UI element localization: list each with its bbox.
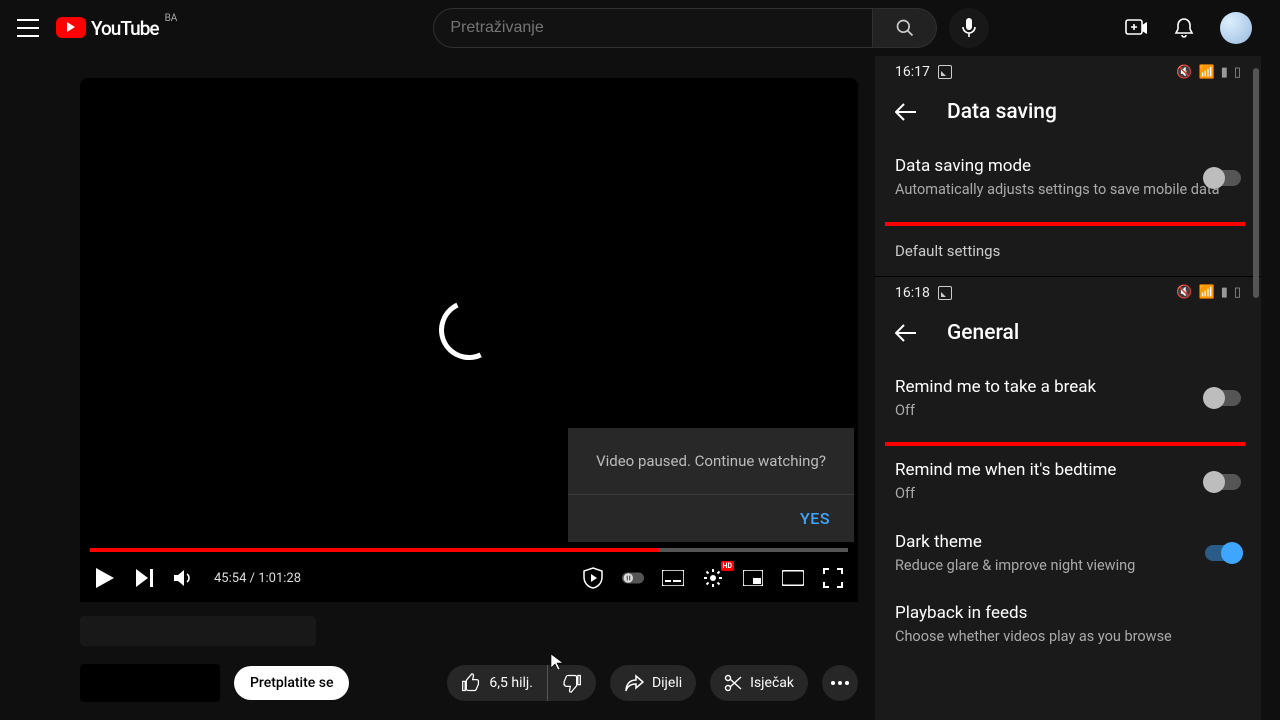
setting-sub: Off xyxy=(895,401,1241,421)
default-settings-label: Default settings xyxy=(875,226,1261,270)
setting-sub: Off xyxy=(895,484,1241,504)
setting-title: Playback in feeds xyxy=(895,603,1241,623)
progress-bar[interactable] xyxy=(90,548,848,552)
country-code: BA xyxy=(165,13,178,24)
share-icon xyxy=(624,674,644,692)
status-icons: 🔇 📶 ▮ ▯ xyxy=(1176,65,1241,80)
setting-sub: Reduce glare & improve night viewing xyxy=(895,556,1241,576)
channel-info-placeholder xyxy=(80,664,220,702)
status-bar-2: 16:18 🔇 📶 ▮ ▯ xyxy=(875,277,1261,309)
picture-icon xyxy=(938,286,952,300)
back-button[interactable] xyxy=(895,324,917,342)
general-header: General xyxy=(875,309,1261,363)
setting-title: Remind me when it's bedtime xyxy=(895,460,1241,480)
fullscreen-button[interactable] xyxy=(822,567,844,589)
clip-button[interactable]: Isječak xyxy=(710,665,808,701)
battery-icon: ▯ xyxy=(1234,285,1241,300)
playback-feeds-setting[interactable]: Playback in feeds Choose whether videos … xyxy=(875,589,1261,661)
remind-break-setting[interactable]: Remind me to take a break Off xyxy=(875,363,1261,435)
more-horizontal-icon xyxy=(831,681,849,685)
remind-break-toggle[interactable] xyxy=(1205,390,1241,406)
video-title-placeholder xyxy=(80,616,316,646)
search-button[interactable] xyxy=(873,8,937,48)
hamburger-menu-icon[interactable] xyxy=(16,16,40,40)
status-icons: 🔇 📶 ▮ ▯ xyxy=(1176,285,1241,300)
progress-fill xyxy=(90,548,659,552)
wifi-icon: 📶 xyxy=(1199,65,1215,80)
theater-mode-button[interactable] xyxy=(782,567,804,589)
subtitles-button[interactable] xyxy=(662,567,684,589)
create-button[interactable] xyxy=(1124,16,1148,40)
battery-icon: ▯ xyxy=(1234,65,1241,80)
youtube-logo-text: YouTube xyxy=(91,17,159,40)
like-dislike-group: 6,5 hilj. xyxy=(447,665,596,701)
pause-message: Video paused. Continue watching? xyxy=(568,428,854,494)
mute-icon: 🔇 xyxy=(1176,65,1192,80)
status-bar-1: 16:17 🔇 📶 ▮ ▯ xyxy=(875,56,1261,88)
picture-icon xyxy=(938,65,952,79)
loading-spinner-icon xyxy=(431,292,508,369)
mobile-screenshots-column: 16:17 🔇 📶 ▮ ▯ Data saving Data saving mo… xyxy=(875,56,1261,720)
share-label: Dijeli xyxy=(652,675,682,691)
setting-title: Data saving mode xyxy=(895,156,1241,176)
remind-bedtime-setting[interactable]: Remind me when it's bedtime Off xyxy=(875,446,1261,518)
search-box[interactable] xyxy=(433,8,873,48)
dark-theme-toggle[interactable] xyxy=(1205,545,1241,561)
signal-icon: ▮ xyxy=(1221,65,1228,80)
play-button[interactable] xyxy=(94,567,116,589)
header-actions xyxy=(1124,12,1264,44)
player-controls: 45:54 / 1:01:28 HD xyxy=(80,554,858,602)
pause-dialog: Video paused. Continue watching? YES xyxy=(568,428,854,542)
setting-sub: Choose whether videos play as you browse xyxy=(895,627,1241,647)
thumb-up-icon xyxy=(461,673,481,693)
data-saving-mode-setting[interactable]: Data saving mode Automatically adjusts s… xyxy=(875,142,1261,214)
more-actions-button[interactable] xyxy=(822,665,858,701)
general-title: General xyxy=(947,321,1019,345)
microphone-icon xyxy=(962,18,976,38)
search-input[interactable] xyxy=(450,19,856,37)
notifications-button[interactable] xyxy=(1172,16,1196,40)
mute-icon: 🔇 xyxy=(1176,285,1192,300)
youtube-logo[interactable]: YouTube BA xyxy=(56,17,177,40)
continue-yes-button[interactable]: YES xyxy=(800,509,830,528)
setting-title: Dark theme xyxy=(895,532,1241,552)
status-time: 16:17 xyxy=(895,64,930,80)
scissors-icon xyxy=(724,674,742,692)
signal-icon: ▮ xyxy=(1221,285,1228,300)
share-button[interactable]: Dijeli xyxy=(610,665,696,701)
youtube-header: YouTube BA xyxy=(0,0,1280,56)
wifi-icon: 📶 xyxy=(1199,285,1215,300)
youtube-play-icon xyxy=(56,17,86,38)
search-icon xyxy=(895,18,915,38)
setting-title: Remind me to take a break xyxy=(895,377,1241,397)
dark-theme-setting[interactable]: Dark theme Reduce glare & improve night … xyxy=(875,518,1261,590)
thumb-down-icon xyxy=(562,673,582,693)
voice-search-button[interactable] xyxy=(949,8,989,48)
like-button[interactable]: 6,5 hilj. xyxy=(447,665,547,701)
clip-label: Isječak xyxy=(750,675,794,691)
shield-icon[interactable] xyxy=(582,567,604,589)
miniplayer-button[interactable] xyxy=(742,567,764,589)
setting-sub: Automatically adjusts settings to save m… xyxy=(895,180,1241,200)
video-actions-row: Pretplatite se 6,5 hilj. Dijeli Isječak xyxy=(80,664,858,702)
video-player[interactable]: Video paused. Continue watching? YES 45:… xyxy=(80,78,858,602)
status-time: 16:18 xyxy=(895,285,930,301)
settings-button[interactable]: HD xyxy=(702,567,724,589)
data-saving-title: Data saving xyxy=(947,100,1057,124)
back-button[interactable] xyxy=(895,103,917,121)
data-saving-header: Data saving xyxy=(875,88,1261,142)
remind-bedtime-toggle[interactable] xyxy=(1205,474,1241,490)
video-area: Video paused. Continue watching? YES 45:… xyxy=(80,78,858,702)
autoplay-toggle[interactable] xyxy=(622,567,644,589)
like-count: 6,5 hilj. xyxy=(489,675,533,691)
account-avatar[interactable] xyxy=(1220,12,1252,44)
volume-button[interactable] xyxy=(174,567,196,589)
hd-badge: HD xyxy=(721,561,735,571)
subscribe-button[interactable]: Pretplatite se xyxy=(234,666,349,700)
search-wrap xyxy=(433,8,989,48)
dislike-button[interactable] xyxy=(547,665,596,701)
time-display: 45:54 / 1:01:28 xyxy=(214,571,301,586)
next-button[interactable] xyxy=(134,567,156,589)
data-saving-toggle[interactable] xyxy=(1205,170,1241,186)
